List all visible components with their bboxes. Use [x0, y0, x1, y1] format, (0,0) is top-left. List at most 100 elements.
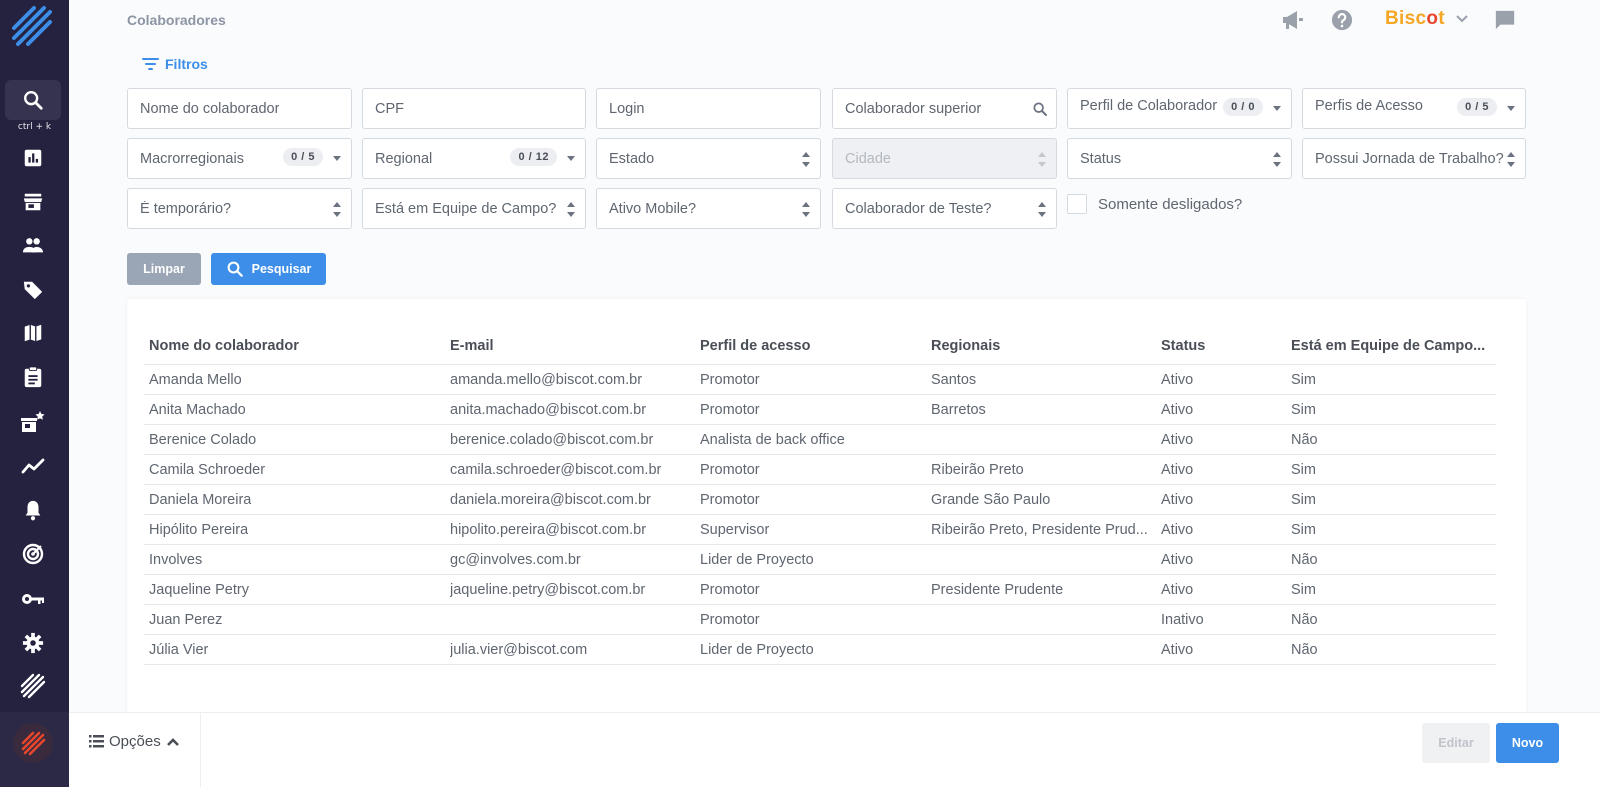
column-header[interactable]: Status — [1161, 338, 1205, 354]
cpf-filter-input[interactable]: CPF — [362, 88, 586, 129]
login-filter-input[interactable]: Login — [596, 88, 821, 129]
table-cell[interactable]: Não — [1291, 642, 1318, 658]
table-cell[interactable]: berenice.colado@biscot.com.br — [450, 432, 653, 448]
macroregionais-select[interactable]: Macrorregionais 0 / 5 — [127, 138, 352, 179]
bell-icon[interactable] — [20, 497, 46, 523]
table-cell[interactable]: Não — [1291, 552, 1318, 568]
table-cell[interactable]: gc@involves.com.br — [450, 552, 581, 568]
tag-icon[interactable] — [20, 277, 46, 303]
table-cell[interactable]: Sim — [1291, 372, 1316, 388]
table-cell[interactable]: Ribeirão Preto — [931, 462, 1024, 478]
temporario-select[interactable]: É temporário? — [127, 188, 352, 229]
avatar[interactable] — [13, 723, 53, 763]
cidade-select[interactable]: Cidade — [832, 138, 1057, 179]
table-cell[interactable]: Berenice Colado — [149, 432, 256, 448]
table-cell[interactable]: daniela.moreira@biscot.com.br — [450, 492, 651, 508]
options-menu-button[interactable]: Opções — [89, 733, 180, 750]
dashboard-icon[interactable] — [20, 145, 46, 171]
perfil-colaborador-select[interactable]: Perfil de Colaborador 0 / 0 — [1067, 88, 1292, 129]
column-header[interactable]: Está em Equipe de Campo... — [1291, 338, 1485, 354]
chat-icon[interactable] — [1493, 8, 1517, 32]
clipboard-icon[interactable] — [20, 364, 46, 390]
table-cell[interactable]: hipolito.pereira@biscot.com.br — [450, 522, 646, 538]
table-cell[interactable]: Ativo — [1161, 402, 1193, 418]
table-cell[interactable]: Juan Perez — [149, 612, 222, 628]
table-cell[interactable]: Santos — [931, 372, 976, 388]
map-icon[interactable] — [20, 320, 46, 346]
column-header[interactable]: Regionais — [931, 338, 1000, 354]
table-cell[interactable]: Jaqueline Petry — [149, 582, 249, 598]
table-cell[interactable]: Grande São Paulo — [931, 492, 1050, 508]
table-cell[interactable]: Barretos — [931, 402, 986, 418]
table-cell[interactable]: Ativo — [1161, 522, 1193, 538]
table-cell[interactable]: Lider de Proyecto — [700, 552, 814, 568]
table-cell[interactable]: Supervisor — [700, 522, 769, 538]
search-icon[interactable] — [1032, 101, 1048, 121]
table-cell[interactable]: Não — [1291, 432, 1318, 448]
radar-icon[interactable] — [20, 541, 46, 567]
table-cell[interactable]: Camila Schroeder — [149, 462, 265, 478]
logo-icon[interactable] — [10, 4, 56, 50]
table-cell[interactable]: Ativo — [1161, 462, 1193, 478]
table-cell[interactable]: Daniela Moreira — [149, 492, 251, 508]
table-cell[interactable]: Promotor — [700, 582, 760, 598]
table-cell[interactable]: Promotor — [700, 612, 760, 628]
table-cell[interactable]: Sim — [1291, 402, 1316, 418]
equipe-campo-select[interactable]: Está em Equipe de Campo? — [362, 188, 586, 229]
table-cell[interactable]: Ativo — [1161, 432, 1193, 448]
table-cell[interactable]: julia.vier@biscot.com — [450, 642, 587, 658]
brand-logo[interactable]: Biscot — [1385, 8, 1445, 30]
table-cell[interactable]: Anita Machado — [149, 402, 246, 418]
table-cell[interactable]: Ativo — [1161, 492, 1193, 508]
brand-stripes-icon[interactable] — [20, 673, 46, 699]
table-cell[interactable]: Promotor — [700, 372, 760, 388]
somente-desligados-checkbox[interactable] — [1067, 194, 1087, 214]
gear-icon[interactable] — [20, 630, 46, 656]
table-cell[interactable]: Não — [1291, 612, 1318, 628]
megaphone-icon[interactable] — [1281, 8, 1305, 32]
table-cell[interactable]: Ativo — [1161, 642, 1193, 658]
new-button[interactable]: Novo — [1496, 723, 1559, 763]
table-cell[interactable]: Sim — [1291, 492, 1316, 508]
table-cell[interactable]: Promotor — [700, 492, 760, 508]
ativo-mobile-select[interactable]: Ativo Mobile? — [596, 188, 821, 229]
edit-button[interactable]: Editar — [1422, 723, 1490, 763]
column-header[interactable]: Nome do colaborador — [149, 338, 299, 354]
table-cell[interactable]: Júlia Vier — [149, 642, 208, 658]
key-icon[interactable] — [20, 586, 46, 612]
superior-filter-input[interactable]: Colaborador superior — [832, 88, 1057, 129]
people-icon[interactable] — [20, 232, 46, 258]
jornada-select[interactable]: Possui Jornada de Trabalho? — [1302, 138, 1526, 179]
table-cell[interactable]: Promotor — [700, 462, 760, 478]
column-header[interactable]: E-mail — [450, 338, 494, 354]
table-cell[interactable]: Sim — [1291, 462, 1316, 478]
table-cell[interactable]: Ativo — [1161, 372, 1193, 388]
clear-button[interactable]: Limpar — [127, 253, 201, 285]
status-select[interactable]: Status — [1067, 138, 1292, 179]
table-cell[interactable]: Involves — [149, 552, 202, 568]
search-button[interactable]: Pesquisar — [211, 253, 326, 285]
table-cell[interactable]: Presidente Prudente — [931, 582, 1063, 598]
search-icon[interactable] — [5, 80, 61, 120]
table-cell[interactable]: jaqueline.petry@biscot.com.br — [450, 582, 645, 598]
chevron-down-icon[interactable] — [1456, 12, 1468, 31]
table-cell[interactable]: Inativo — [1161, 612, 1204, 628]
colaborador-teste-select[interactable]: Colaborador de Teste? — [832, 188, 1057, 229]
table-cell[interactable]: Ativo — [1161, 552, 1193, 568]
store-icon[interactable] — [20, 189, 46, 215]
table-cell[interactable]: Sim — [1291, 522, 1316, 538]
name-filter-input[interactable]: Nome do colaborador — [127, 88, 352, 129]
column-header[interactable]: Perfil de acesso — [700, 338, 810, 354]
estado-select[interactable]: Estado — [596, 138, 821, 179]
table-cell[interactable]: Ribeirão Preto, Presidente Prud... — [931, 522, 1148, 538]
table-cell[interactable]: camila.schroeder@biscot.com.br — [450, 462, 661, 478]
table-cell[interactable]: anita.machado@biscot.com.br — [450, 402, 646, 418]
help-icon[interactable] — [1330, 8, 1354, 32]
table-cell[interactable]: Amanda Mello — [149, 372, 242, 388]
table-cell[interactable]: Sim — [1291, 582, 1316, 598]
table-cell[interactable]: Lider de Proyecto — [700, 642, 814, 658]
somente-desligados-option[interactable]: Somente desligados? — [1067, 194, 1242, 214]
filters-toggle[interactable]: Filtros — [142, 56, 208, 72]
table-cell[interactable]: Ativo — [1161, 582, 1193, 598]
table-cell[interactable]: Hipólito Pereira — [149, 522, 248, 538]
